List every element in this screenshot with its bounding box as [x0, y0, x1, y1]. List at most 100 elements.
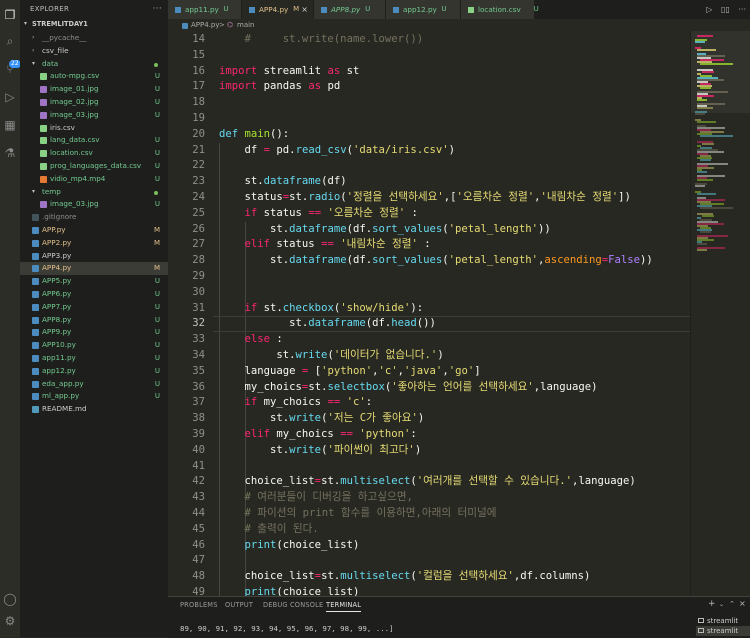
code-line[interactable]: choice_list=st.multiselect('컬럼을 선택하세요',d…	[219, 569, 591, 585]
code-line[interactable]: st.dataframe(df.sort_values('petal_lengt…	[219, 253, 653, 269]
testing-icon[interactable]: ⚗	[3, 146, 17, 160]
code-line[interactable]: # 출력이 된다.	[219, 522, 319, 538]
run-file-icon[interactable]: ▷	[706, 5, 712, 14]
code-line[interactable]: st.write('파이썬이 최고다')	[219, 443, 421, 459]
tree-file[interactable]: APP10.py U	[20, 339, 168, 352]
code-line[interactable]: def main():	[219, 127, 289, 143]
close-panel-icon[interactable]: ×	[739, 599, 746, 608]
extensions-icon[interactable]: ▦	[3, 118, 17, 132]
close-tab-icon[interactable]: ×	[301, 0, 308, 19]
code-line[interactable]: st.dataframe(df.head())	[219, 316, 436, 332]
git-status-badge: U	[154, 277, 160, 286]
new-terminal-icon[interactable]: +	[708, 599, 716, 609]
code-line[interactable]: status=st.radio('정렬을 선택하세요',['오름차순 정렬','…	[219, 190, 631, 206]
tree-file[interactable]: APP.py M	[20, 224, 168, 237]
code-line[interactable]: print(choice_list)	[219, 538, 360, 554]
tab-app8-py[interactable]: APP8.py U	[314, 0, 386, 19]
tree-file[interactable]: APP7.py U	[20, 301, 168, 314]
code-line[interactable]: elif status == '내림차순 정렬' :	[219, 237, 431, 253]
more-actions-icon[interactable]: ···	[738, 5, 746, 14]
code-line[interactable]: # 여러분들이 디버깅을 하고싶으면,	[219, 490, 413, 506]
tree-file[interactable]: .gitignore	[20, 211, 168, 224]
more-actions-icon[interactable]: ···	[153, 0, 162, 18]
workspace-folder[interactable]: ▾ STREMLITDAY1	[20, 18, 168, 31]
tree-file[interactable]: README.md	[20, 403, 168, 416]
tab-debug-console[interactable]: DEBUG CONSOLE	[263, 601, 323, 609]
terminal-output[interactable]: 89, 90, 91, 92, 93, 94, 95, 96, 97, 98, …	[180, 624, 394, 633]
minimap[interactable]	[690, 31, 750, 596]
tree-file[interactable]: APP9.py U	[20, 326, 168, 339]
tree-file[interactable]: image_02.jpg U	[20, 96, 168, 109]
breadcrumb-symbol[interactable]: main	[237, 19, 255, 31]
tree-file[interactable]: lang_data.csv U	[20, 134, 168, 147]
tab-app4-py[interactable]: APP4.py M ×	[242, 0, 314, 19]
terminal-item[interactable]: streamlit	[696, 626, 750, 636]
py-file-icon	[32, 316, 39, 324]
tree-file[interactable]: prog_languages_data.csv U	[20, 160, 168, 173]
code-line[interactable]: # st.write(name.lower())	[219, 32, 424, 48]
tab-output[interactable]: OUTPUT	[225, 601, 253, 609]
code-line[interactable]: if my_choics == 'c':	[219, 395, 373, 411]
tab-problems[interactable]: PROBLEMS	[180, 601, 218, 609]
account-icon[interactable]: ◯	[3, 592, 17, 606]
chevron-down-icon[interactable]: ⌄	[719, 601, 724, 608]
split-editor-icon[interactable]: ▯▯	[721, 5, 730, 14]
tree-file[interactable]: app11.py U	[20, 352, 168, 365]
minimap-viewport[interactable]	[691, 31, 750, 113]
code-line[interactable]: df = pd.read_csv('data/iris.csv')	[219, 143, 456, 159]
tree-file[interactable]: eda_app.py U	[20, 378, 168, 391]
line-number: 45	[192, 522, 205, 535]
search-icon[interactable]: ⌕	[3, 34, 17, 48]
tree-file[interactable]: image_03.jpg U	[20, 198, 168, 211]
code-line[interactable]: if status == '오름차순 정렬' :	[219, 206, 418, 222]
tree-file[interactable]: APP2.py M	[20, 237, 168, 250]
explorer-icon[interactable]: ❐	[3, 8, 17, 22]
run-debug-icon[interactable]: ▷	[3, 90, 17, 104]
workspace-folder-name: STREMLITDAY1	[32, 20, 88, 28]
tab-app12-py[interactable]: app12.py U	[386, 0, 461, 19]
tree-folder[interactable]: ▾ temp	[20, 186, 168, 199]
tree-file[interactable]: app12.py U	[20, 365, 168, 378]
code-line[interactable]: # 파이션의 print 함수를 이용하면,아래의 터미널에	[219, 506, 497, 522]
code-line[interactable]: elif my_choics == 'python':	[219, 427, 417, 443]
tree-file[interactable]: vidio_mp4.mp4 U	[20, 173, 168, 186]
code-line[interactable]: st.dataframe(df)	[219, 174, 347, 190]
code-line[interactable]: import streamlit as st	[219, 64, 359, 80]
tab-app11-py[interactable]: app11.py U	[168, 0, 242, 19]
code-line[interactable]: st.dataframe(df.sort_values('petal_lengt…	[219, 222, 551, 238]
terminal-item[interactable]: streamlit	[696, 616, 750, 626]
python-file-icon	[321, 7, 327, 13]
tree-file[interactable]: image_01.jpg U	[20, 83, 168, 96]
code-line[interactable]: st.write('저는 C가 좋아요')	[219, 411, 424, 427]
settings-gear-icon[interactable]: ⚙	[3, 614, 17, 628]
code-line[interactable]: language = ['python','c','java','go']	[219, 364, 481, 380]
tree-file[interactable]: APP4.py M	[20, 262, 168, 276]
tree-folder[interactable]: › __pycache__	[20, 32, 168, 45]
breadcrumb-file[interactable]: APP4.py	[191, 19, 220, 31]
tree-file[interactable]: APP5.py U	[20, 275, 168, 288]
code-editor[interactable]: 14 # st.write(name.lower()) 15 16 import st…	[168, 31, 690, 596]
code-line[interactable]: my_choics=st.selectbox('좋아하는 언어를 선택하세요',…	[219, 380, 598, 396]
tree-file[interactable]: auto-mpg.csv U	[20, 70, 168, 83]
tab-terminal[interactable]: TERMINAL	[326, 601, 362, 612]
maximize-panel-icon[interactable]: ⌃	[729, 600, 735, 608]
code-line[interactable]: import pandas as pd	[219, 79, 340, 95]
tab-location-csv[interactable]: location.csv U	[461, 0, 539, 19]
code-line[interactable]: else :	[219, 332, 283, 348]
tree-file[interactable]: iris.csv	[20, 122, 168, 135]
tree-file[interactable]: APP3.py	[20, 250, 168, 263]
tree-file[interactable]: ml_app.py U	[20, 390, 168, 403]
tree-file[interactable]: APP8.py U	[20, 314, 168, 327]
code-line[interactable]: if st.checkbox('show/hide'):	[219, 301, 424, 317]
tree-folder[interactable]: ▾ data	[20, 58, 168, 71]
tree-folder[interactable]: › csv_file	[20, 45, 168, 58]
tree-file[interactable]: location.csv U	[20, 147, 168, 160]
code-line[interactable]: st.write('데이터가 없습니다.')	[219, 348, 443, 364]
tree-file[interactable]: APP6.py U	[20, 288, 168, 301]
tree-file[interactable]: image_03.jpg U	[20, 109, 168, 122]
source-control-icon[interactable]: ⑂ 22	[3, 60, 21, 76]
line-number: 15	[192, 48, 205, 61]
activity-bar: ❐ ⌕ ⑂ 22 ▷ ▦ ⚗ ◯ ⚙	[0, 0, 21, 637]
code-line[interactable]: print(choice_list)	[219, 585, 360, 596]
code-line[interactable]: choice_list=st.multiselect('여러개를 선택할 수 있…	[219, 474, 636, 490]
